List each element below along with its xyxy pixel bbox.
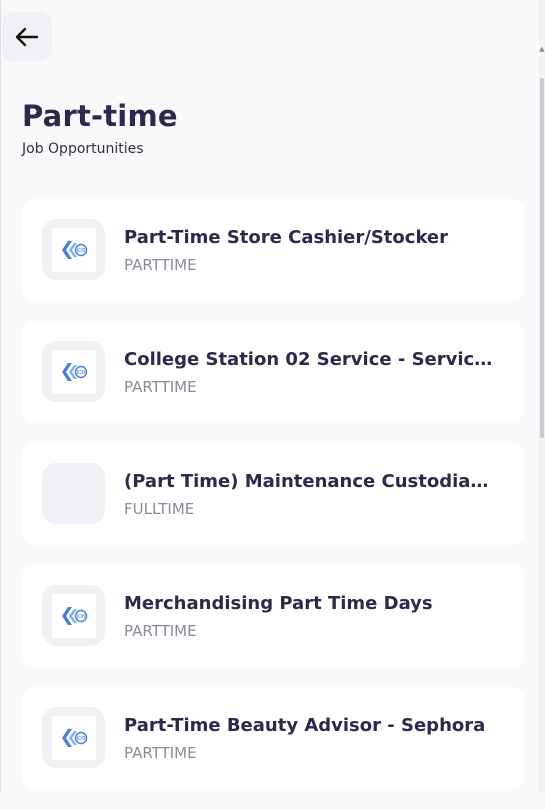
- scrollbar-thumb[interactable]: [540, 78, 544, 438]
- job-title: College Station 02 Service - Service Ass…: [124, 349, 494, 370]
- job-type: PARTTIME: [124, 378, 197, 396]
- job-card[interactable]: (Part Time) Maintenance Custodian/Janito…: [22, 443, 524, 545]
- svg-text:JOB: JOB: [75, 736, 85, 742]
- job-type: PARTTIME: [124, 256, 197, 274]
- job-title: (Part Time) Maintenance Custodian/Janito…: [124, 471, 494, 492]
- job-card[interactable]: JOB College Station 02 Service - Service…: [22, 321, 524, 423]
- company-logo: JOB: [42, 707, 105, 768]
- svg-text:JOB: JOB: [75, 614, 85, 620]
- company-logo-placeholder: [42, 463, 105, 524]
- page-title: Part-time: [22, 99, 178, 133]
- left-edge-divider: [0, 0, 1, 792]
- company-logo: JOB: [42, 585, 105, 646]
- job-type: PARTTIME: [124, 744, 197, 762]
- job-logo-icon: JOB: [51, 593, 96, 638]
- job-type: FULLTIME: [124, 500, 195, 518]
- arrow-left-icon: [15, 27, 39, 47]
- job-logo-icon: JOB: [51, 227, 96, 272]
- company-logo: JOB: [42, 219, 105, 280]
- job-title: Part-Time Store Cashier/Stocker: [124, 227, 449, 248]
- company-logo: JOB: [42, 341, 105, 402]
- job-title: Part-Time Beauty Advisor - Sephora: [124, 715, 486, 736]
- back-button[interactable]: [2, 12, 52, 62]
- job-card[interactable]: JOB Part-Time Beauty Advisor - Sephora P…: [22, 687, 524, 789]
- page-subtitle: Job Opportunities: [22, 141, 144, 157]
- job-title: Merchandising Part Time Days: [124, 593, 433, 614]
- job-list: JOB Part-Time Store Cashier/Stocker PART…: [22, 199, 524, 809]
- job-type: PARTTIME: [124, 622, 197, 640]
- svg-text:JOB: JOB: [75, 248, 85, 254]
- svg-text:JOB: JOB: [75, 370, 85, 376]
- job-logo-icon: JOB: [51, 715, 96, 760]
- job-card[interactable]: JOB Part-Time Store Cashier/Stocker PART…: [22, 199, 524, 301]
- scroll-up-arrow-icon[interactable]: ▲: [539, 44, 545, 54]
- job-logo-icon: JOB: [51, 349, 96, 394]
- job-card[interactable]: JOB Merchandising Part Time Days PARTTIM…: [22, 565, 524, 667]
